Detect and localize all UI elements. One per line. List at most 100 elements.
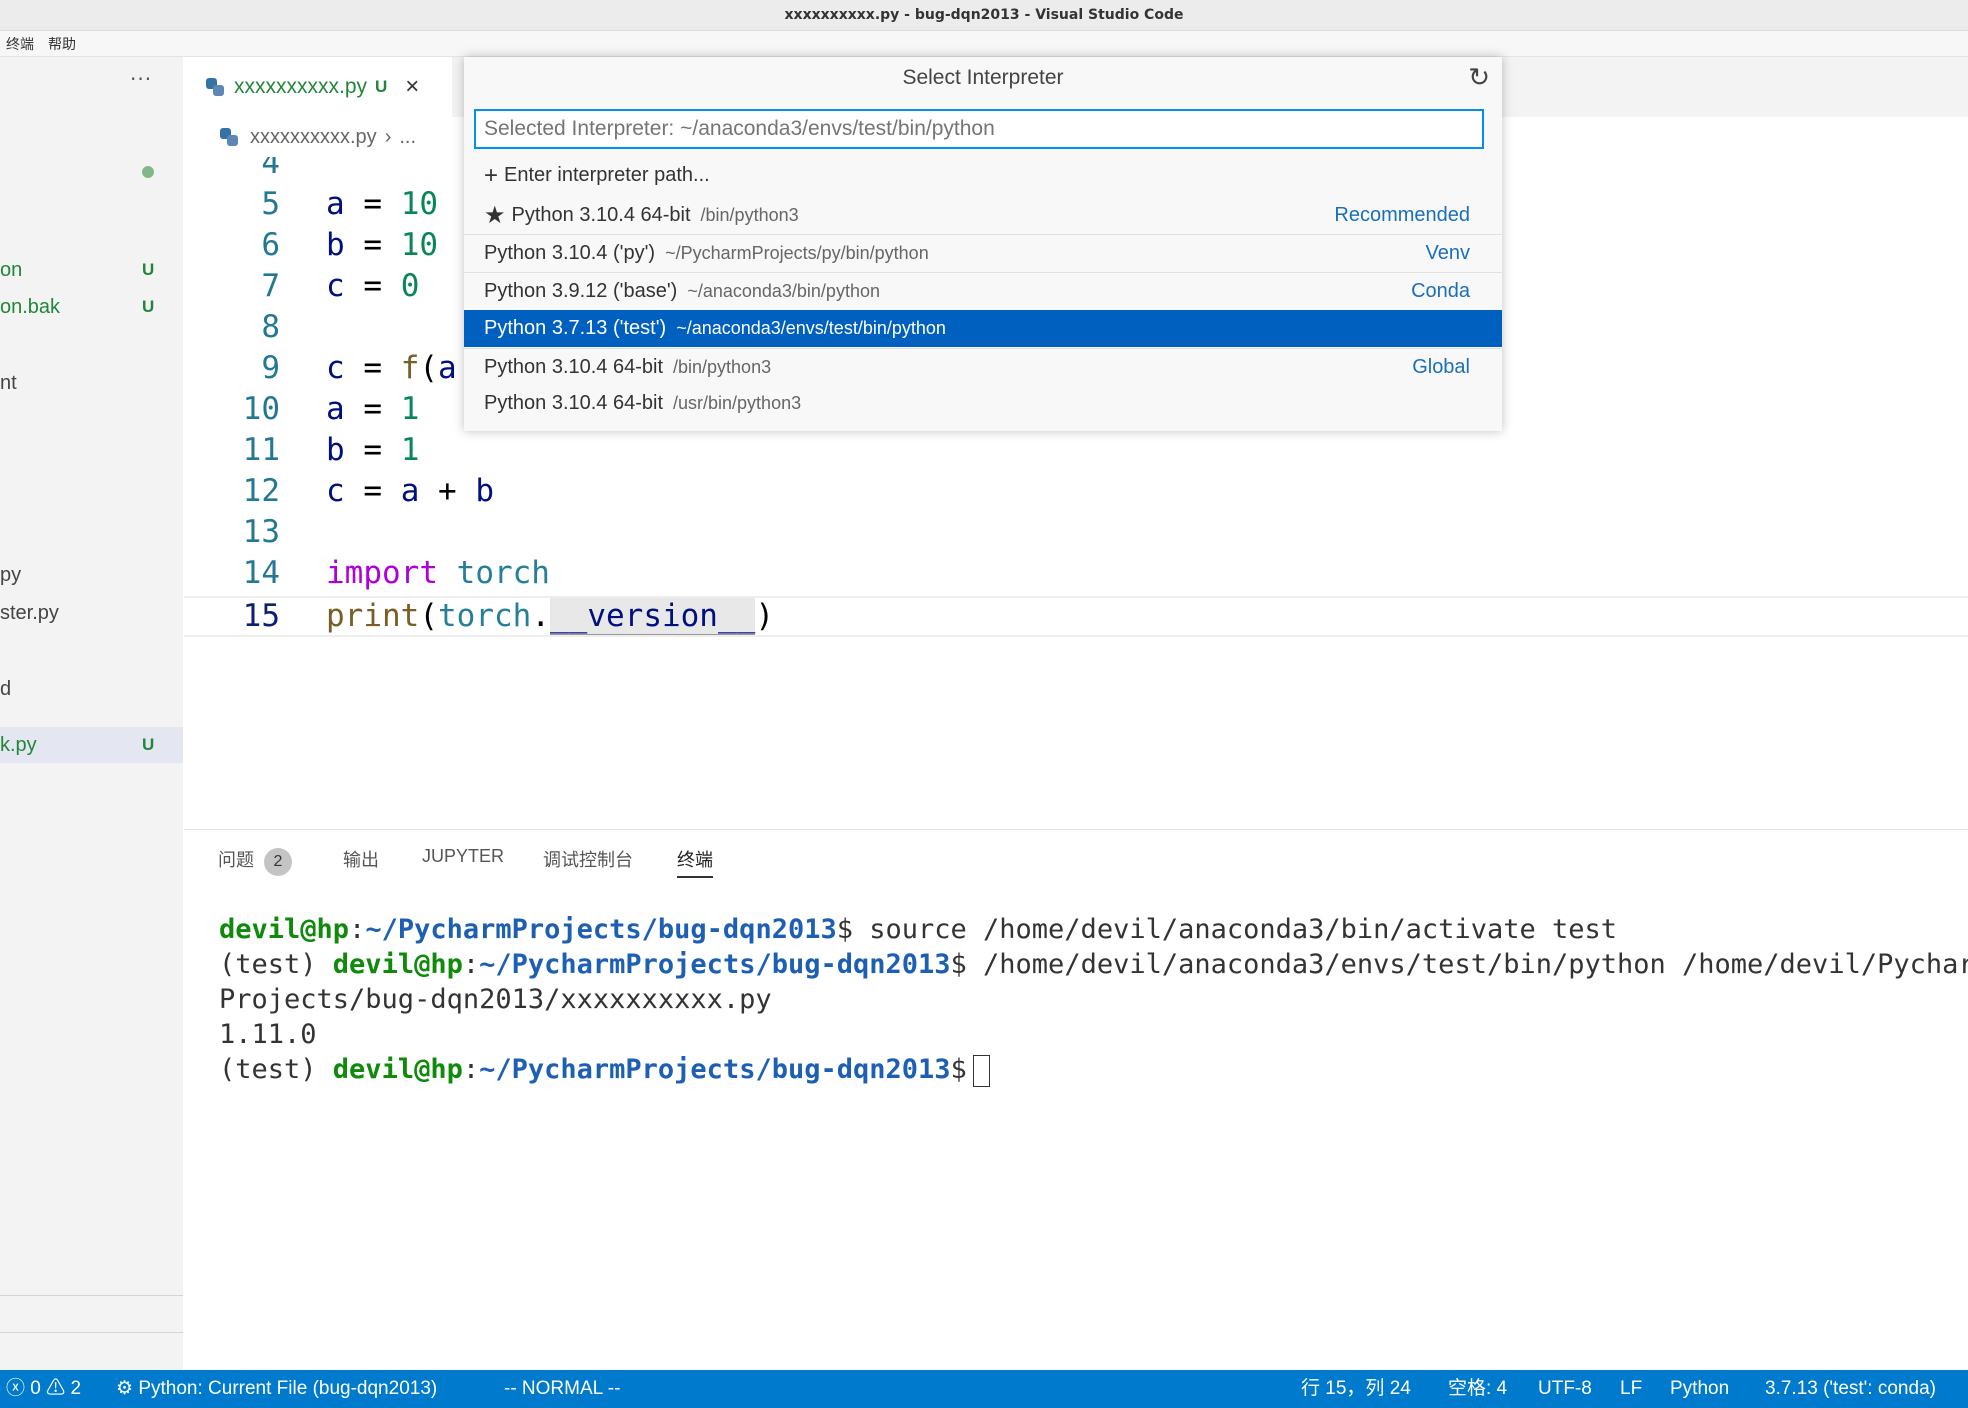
interpreter-item-selected[interactable]: Python 3.7.13 ('test') ~/anaconda3/envs/… [464,310,1502,347]
error-icon: ⓧ [6,1378,26,1399]
close-icon[interactable]: × [405,73,419,101]
interpreter-search-input[interactable] [474,109,1484,149]
terminal[interactable]: devil@hp:~/PycharmProjects/bug-dqn2013$ … [219,912,1968,1087]
run-config[interactable]: ⚙ Python: Current File (bug-dqn2013) [116,1370,437,1408]
tab-output[interactable]: 输出 [343,846,379,876]
explorer-item-active[interactable]: k.py U [0,727,183,763]
item-description: /bin/python3 [673,356,772,377]
menu-bar: 终端 帮助 [0,31,1968,57]
interpreter-item[interactable]: Python 3.10.4 ('py') ~/PycharmProjects/p… [464,234,1502,271]
line-number: 7 [261,268,280,304]
plus-icon: + [484,161,499,189]
line-number: 6 [261,227,280,263]
sidebar-divider [0,1332,183,1333]
code-text: import torch [326,555,550,591]
terminal-line: (test) devil@hp:~/PycharmProjects/bug-dq… [219,1052,1959,1087]
menu-help[interactable]: 帮助 [48,34,76,54]
code-text: print(torch.__version__) [326,598,774,635]
menu-terminal[interactable]: 终端 [6,34,34,54]
tab-problems[interactable]: 问题 2 [218,846,292,876]
terminal-line: (test) devil@hp:~/PycharmProjects/bug-dq… [219,949,1968,980]
explorer-item[interactable]: py [0,557,183,593]
tab-terminal[interactable]: 终端 [677,846,713,878]
git-status-dot [142,166,154,178]
item-label: Python 3.10.4 64-bit [511,204,691,226]
breadcrumb-more[interactable]: ... [399,126,416,149]
bottom-panel: 问题 2 输出 JUPYTER 调试控制台 终端 devil@hp:~/Pycha… [184,829,1968,1371]
terminal-line: 1.11.0 [219,1019,317,1050]
explorer-sidebar: ··· on U on.bak U nt py ster.py d k.py U [0,57,183,1370]
tab-debug-console[interactable]: 调试控制台 [543,846,633,876]
end-of-line[interactable]: LF [1620,1370,1642,1408]
line-number: 10 [242,391,280,427]
explorer-item-name: ster.py [0,602,59,624]
interpreter-item[interactable]: Python 3.10.4 64-bit /bin/python3 Global [464,348,1502,385]
select-interpreter-quickpick: Select Interpreter ↻ + Enter interpreter… [464,57,1502,431]
git-badge: U [142,297,155,316]
refresh-icon[interactable]: ↻ [1468,62,1490,93]
breadcrumb-file[interactable]: xxxxxxxxxx.py [250,126,377,149]
star-icon: ★ [484,202,506,229]
code-line: 13 [184,514,1968,555]
line-number: 9 [261,350,280,386]
interpreter-item[interactable]: ★ Python 3.10.4 64-bit /bin/python3 Reco… [464,197,1502,234]
quickpick-title: Select Interpreter [902,66,1064,89]
interpreter-item[interactable]: Python 3.10.4 64-bit /usr/bin/python3 [464,385,1502,422]
more-actions-icon[interactable]: ··· [130,67,152,91]
explorer-item-name: on.bak [0,296,61,318]
item-tag: Conda [1411,279,1470,302]
code-text: c = f(a [326,350,457,386]
item-description: ~/anaconda3/envs/test/bin/python [676,318,946,338]
explorer-item-name: nt [0,372,17,394]
tab-jupyter[interactable]: JUPYTER [422,846,504,876]
python-interpreter[interactable]: 3.7.13 ('test': conda) [1765,1370,1936,1408]
language-mode[interactable]: Python [1670,1370,1729,1408]
cursor-position[interactable]: 行 15，列 24 [1301,1370,1411,1408]
code-text: a = 10 [326,186,439,222]
window-title: xxxxxxxxxx.py - bug-dqn2013 - Visual Stu… [784,7,1184,23]
warning-icon: ⚠ [46,1378,66,1399]
explorer-item-name: on [0,259,23,281]
problems-status[interactable]: ⓧ 0 ⚠ 2 [6,1370,81,1408]
explorer-item-name: py [0,564,22,586]
code-line-current: 15 print(torch.__version__) [184,596,1968,637]
explorer-item[interactable]: d [0,671,183,707]
explorer-item[interactable]: ster.py [0,595,183,631]
line-number: 12 [242,473,280,509]
git-badge: U [142,735,155,754]
git-badge: U [142,260,155,279]
code-line: 12 c = a + b [184,473,1968,514]
line-number: 14 [242,555,280,591]
line-number: 5 [261,186,280,222]
item-tag: Global [1412,355,1470,378]
tab-label: xxxxxxxxxx.py [234,75,368,98]
debug-icon: ⚙ [116,1378,134,1399]
python-file-icon [220,128,238,146]
item-tag: Venv [1425,241,1470,264]
interpreter-item[interactable]: Python 3.9.12 ('base') ~/anaconda3/bin/p… [464,272,1502,309]
code-line: 11 b = 1 [184,432,1968,473]
explorer-item[interactable]: on U [0,252,183,288]
explorer-item[interactable]: nt [0,365,183,401]
terminal-cursor [972,1054,990,1087]
explorer-item[interactable]: on.bak U [0,289,183,325]
code-text: c = 0 [326,268,420,304]
python-file-icon [206,78,224,96]
problems-count-badge: 2 [264,848,292,876]
item-description: /usr/bin/python3 [673,393,802,413]
item-description: ~/anaconda3/bin/python [687,280,880,301]
indentation[interactable]: 空格: 4 [1448,1370,1507,1408]
code-text: a = 1 [326,391,420,427]
enter-interpreter-path-item[interactable]: + Enter interpreter path... [464,157,1502,194]
line-number: 15 [242,598,280,634]
item-description: /bin/python3 [700,205,799,225]
item-label: Python 3.10.4 64-bit [484,355,664,378]
status-bar: ⓧ 0 ⚠ 2 ⚙ Python: Current File (bug-dqn2… [0,1370,1968,1408]
encoding[interactable]: UTF-8 [1538,1370,1592,1408]
vim-mode: -- NORMAL -- [504,1378,621,1399]
explorer-item-name: k.py [0,734,37,756]
tab-xxxxxxxxxx-py[interactable]: xxxxxxxxxx.py U × [184,57,452,117]
code-text: b = 10 [326,227,439,263]
item-label: Python 3.7.13 ('test') [484,317,667,339]
title-bar: xxxxxxxxxx.py - bug-dqn2013 - Visual Stu… [0,0,1968,31]
